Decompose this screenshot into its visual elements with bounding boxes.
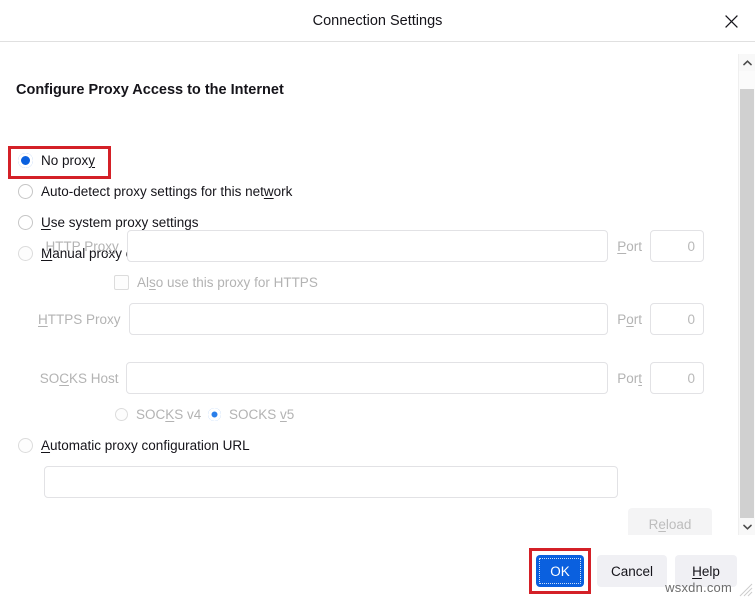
radio-socks-v4-label: SOCKS v4 [136,407,202,422]
radio-use-system[interactable]: Use system proxy settings [18,215,199,230]
radio-indicator [115,408,128,421]
scrollbar-thumb[interactable] [740,89,754,529]
radio-indicator [18,246,33,261]
radio-indicator [18,153,33,168]
https-port-input[interactable] [650,303,704,335]
radio-socks-v4[interactable]: SOCKS v4 [115,407,201,422]
radio-no-proxy[interactable]: No proxy [18,153,95,168]
radio-indicator [18,438,33,453]
radio-no-proxy-label: No proxy [41,153,96,168]
close-button[interactable] [713,4,749,38]
dialog-titlebar: Connection Settings [0,0,755,42]
dialog-title: Connection Settings [312,13,443,29]
radio-indicator [18,215,33,230]
checkbox-indicator [114,275,129,290]
scroll-down-button[interactable] [739,518,755,535]
radio-use-system-label: Use system proxy settings [41,215,199,230]
http-proxy-input[interactable] [126,230,609,262]
http-port-input[interactable] [650,230,704,262]
http-proxy-label: HTTP Proxy [45,238,119,254]
socks-host-row: SOCKS Host Port [38,362,704,394]
dialog-button-bar: OK Cancel Help wsxdn.com [0,543,755,599]
https-proxy-label: HTTPS Proxy [38,311,121,327]
resize-grip[interactable] [738,582,753,597]
checkbox-also-https[interactable]: Also use this proxy for HTTPS [114,275,318,290]
watermark: wsxdn.com [665,580,732,595]
socks-port-input[interactable] [650,362,704,394]
scroll-up-button[interactable] [739,54,755,71]
https-proxy-input[interactable] [128,303,609,335]
socks-port-label: Port [617,370,642,386]
radio-auto-detect[interactable]: Auto-detect proxy settings for this netw… [18,184,292,199]
http-proxy-row: HTTP Proxy Port [44,230,704,262]
ok-button[interactable]: OK [536,555,584,587]
https-proxy-row: HTTPS Proxy Port [38,303,704,335]
cancel-button[interactable]: Cancel [597,555,667,587]
radio-indicator [208,408,221,421]
socks-host-input[interactable] [126,362,609,394]
checkbox-also-https-label: Also use this proxy for HTTPS [137,275,318,290]
radio-auto-detect-label: Auto-detect proxy settings for this netw… [41,184,293,199]
reload-button[interactable]: Reload [628,508,712,535]
http-port-label: Port [617,238,642,254]
https-port-label: Port [617,311,642,327]
radio-socks-v5-label: SOCKS v5 [229,407,295,422]
radio-indicator [18,184,33,199]
radio-pac-url-label: Automatic proxy configuration URL [41,438,250,453]
radio-pac-url[interactable]: Automatic proxy configuration URL [18,438,250,453]
chevron-down-icon [742,524,752,530]
vertical-scrollbar[interactable] [738,54,755,535]
socks-host-label: SOCKS Host [39,370,119,386]
radio-socks-v5[interactable]: SOCKS v5 [208,407,294,422]
section-heading: Configure Proxy Access to the Internet [16,82,284,98]
close-icon [724,14,739,29]
settings-scroll-area: Configure Proxy Access to the Internet N… [0,43,721,535]
chevron-up-icon [742,59,752,66]
scrollbar-track[interactable] [739,71,755,529]
pac-url-input[interactable] [44,466,618,498]
connection-settings-dialog: Connection Settings Configure Proxy Acce… [0,0,755,599]
